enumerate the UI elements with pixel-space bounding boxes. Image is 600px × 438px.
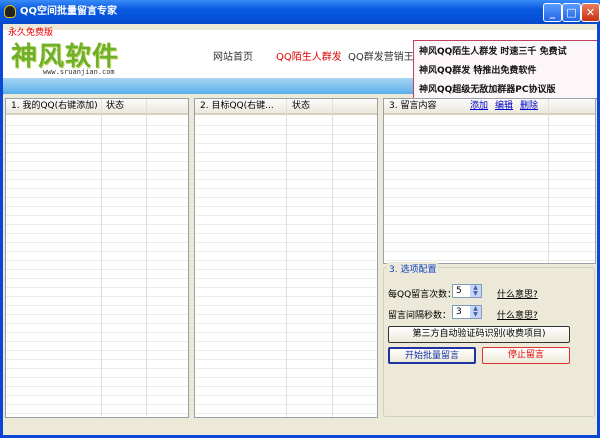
ad-link[interactable]: 神风QQ群发 特推出免费软件 [419,63,592,82]
edit-message-link[interactable]: 编辑 [495,99,513,114]
qq-penguin-icon [4,5,16,18]
banner: 神风软件 www.sruanjian.com 网站首页 QQ陌生人群发 QQ群发… [3,30,597,99]
column-message: 3. 留言内容 [389,101,437,111]
list-rows [384,117,595,263]
free-version-label: 永久免费版 [8,28,54,38]
column-status[interactable]: 状态 [292,99,310,114]
nav-group-send[interactable]: QQ群发营销王 [348,48,414,63]
minimize-button[interactable]: _ [543,3,562,22]
start-button[interactable]: 开始批量留言 [388,347,476,364]
title-bar: QQ空间批量留言专家 _ □ ✕ [0,0,600,24]
nav-stranger-send[interactable]: QQ陌生人群发 [276,48,342,63]
maximize-button[interactable]: □ [562,3,581,22]
count-label: 每QQ留言次数： [388,290,457,300]
stop-button[interactable]: 停止留言 [482,347,570,364]
logo-url: www.sruanjian.com [43,68,115,76]
options-title: 3. 选项配置 [387,262,439,275]
column-my-qq[interactable]: 1. 我的QQ(右键添加) [11,99,98,114]
interval-label: 留言间隔秒数： [388,311,452,321]
window-title: QQ空间批量留言专家 [20,6,118,17]
list-header: 3. 留言内容 添加 编辑 删除 [384,99,595,115]
list-rows [6,117,188,417]
delete-message-link[interactable]: 删除 [520,99,538,114]
nav-home[interactable]: 网站首页 [213,48,253,63]
my-qq-list[interactable]: 1. 我的QQ(右键添加) 状态 [5,98,189,418]
ad-link[interactable]: 神风QQ陌生人群发 时速三千 免费试 [419,44,592,63]
interval-help-link[interactable]: 什么意思? [497,308,538,321]
client-area: 神风软件 www.sruanjian.com 网站首页 QQ陌生人群发 QQ群发… [3,24,597,435]
options-group: 3. 选项配置 每QQ留言次数： 5 ▲ ▼ 什么意思? 留言间隔秒数： 3 ▲ ▼ 什… [383,262,595,417]
add-message-link[interactable]: 添加 [470,99,488,114]
captcha-button[interactable]: 第三方自动验证码识别(收费项目) [388,326,570,343]
interval-stepper[interactable]: 3 ▲ ▼ [452,305,482,319]
column-status[interactable]: 状态 [106,99,124,114]
target-qq-list[interactable]: 2. 目标QQ(右键... 状态 [194,98,378,418]
close-button[interactable]: ✕ [581,3,600,22]
list-header: 1. 我的QQ(右键添加) 状态 [6,99,188,115]
ad-box: 神风QQ陌生人群发 时速三千 免费试 神风QQ群发 特推出免费软件 神风QQ超级… [413,40,597,99]
count-help-link[interactable]: 什么意思? [497,287,538,300]
message-list[interactable]: 3. 留言内容 添加 编辑 删除 [383,98,596,264]
column-target-qq[interactable]: 2. 目标QQ(右键... [200,99,274,114]
count-stepper[interactable]: 5 ▲ ▼ [452,284,482,298]
